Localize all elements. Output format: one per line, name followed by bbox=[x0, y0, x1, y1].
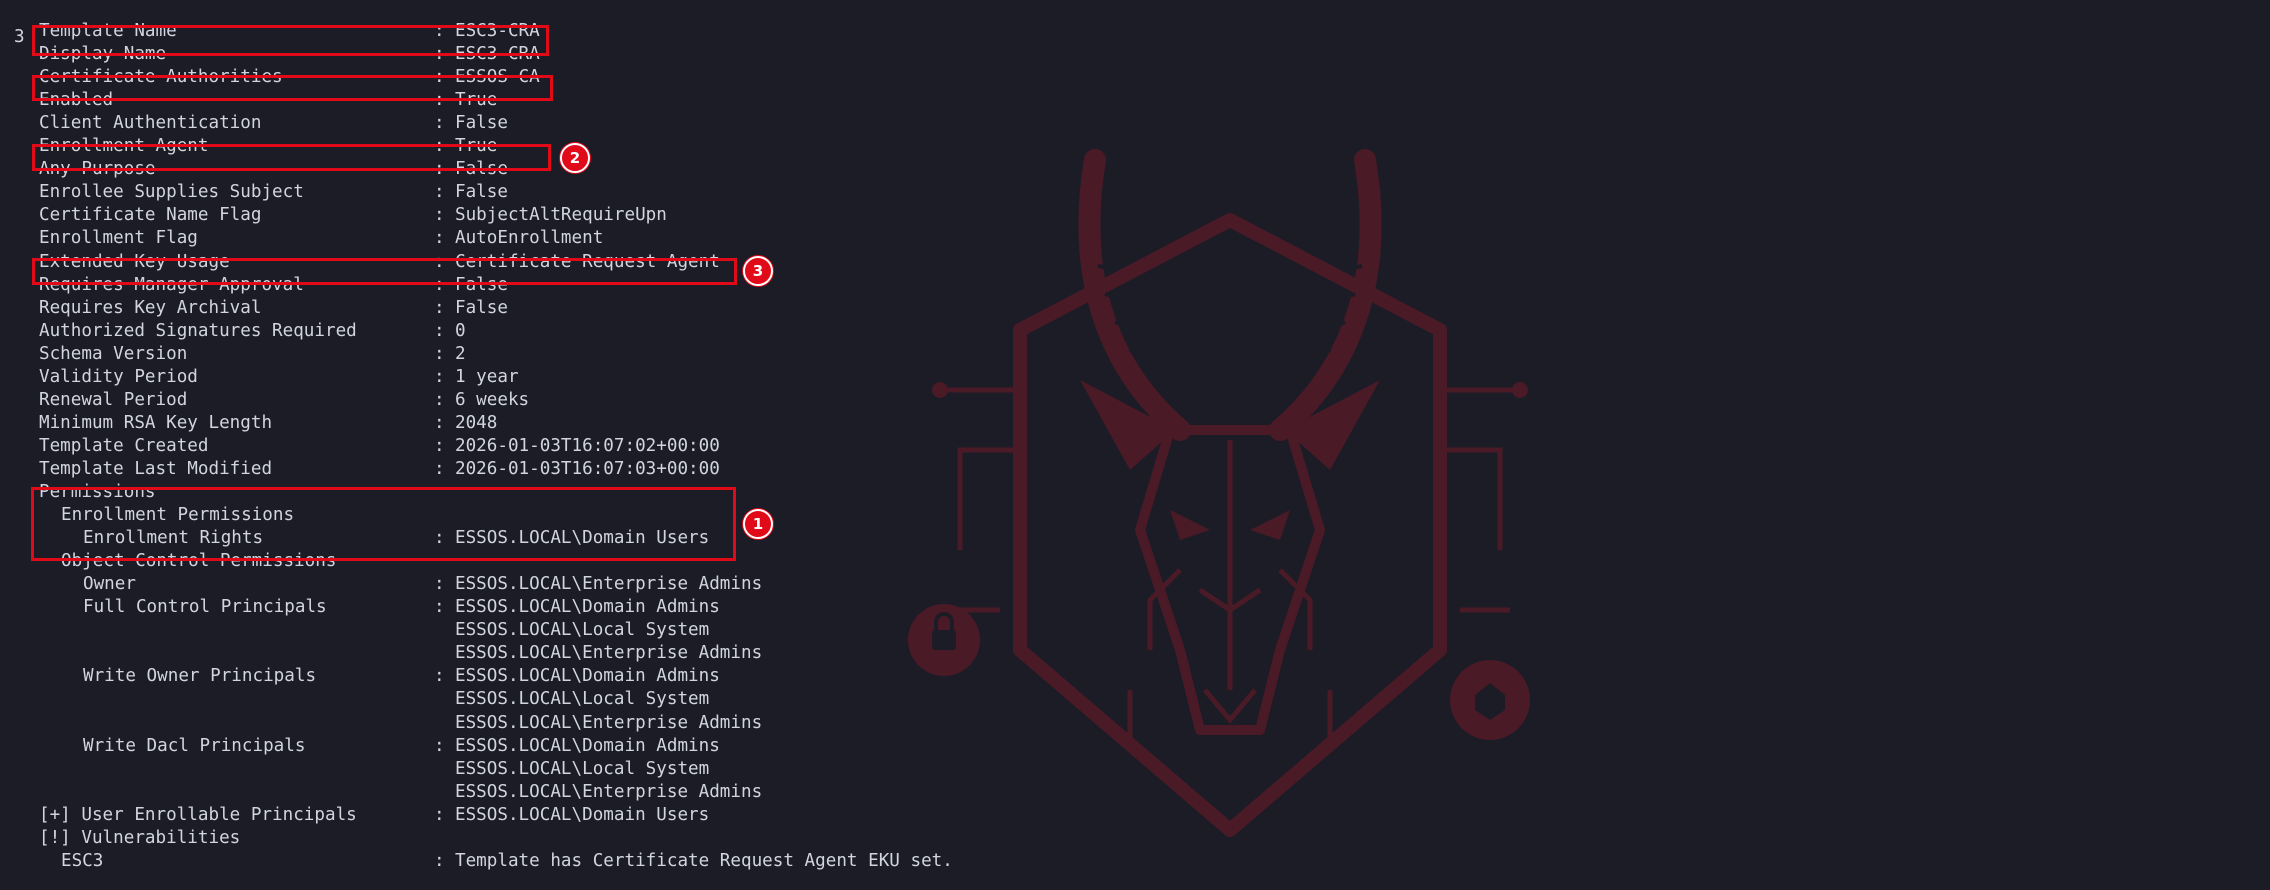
row-separator: : bbox=[434, 597, 445, 618]
row-label: [!] Vulnerabilities bbox=[39, 827, 241, 848]
row-separator: : bbox=[434, 343, 445, 364]
row-value: ESSOS.LOCAL\Domain Admins bbox=[455, 597, 720, 618]
row-label: Renewal Period bbox=[39, 389, 188, 410]
row-value: ESSOS.LOCAL\Local System bbox=[455, 758, 710, 779]
row-separator: : bbox=[434, 205, 445, 226]
row-separator: : bbox=[434, 850, 445, 871]
row-value: 2026-01-03T16:07:03+00:00 bbox=[455, 458, 720, 479]
row-value: ESSOS.LOCAL\Domain Admins bbox=[455, 735, 720, 756]
row-label: Enrollment Flag bbox=[39, 228, 198, 249]
badge-3: 3 bbox=[743, 256, 773, 286]
row-value: False bbox=[455, 182, 508, 203]
row-separator: : bbox=[434, 297, 445, 318]
row-label: Requires Key Archival bbox=[39, 297, 262, 318]
row-value: 1 year bbox=[455, 366, 519, 387]
prompt-line: 3 bbox=[0, 3, 42, 47]
row-label: Validity Period bbox=[39, 366, 198, 387]
row-label: Template Last Modified bbox=[39, 458, 273, 479]
row-label: Schema Version bbox=[39, 343, 188, 364]
row-label: Client Authentication bbox=[39, 113, 262, 134]
row-separator: : bbox=[434, 804, 445, 825]
badge-1: 1 bbox=[743, 509, 773, 539]
row-value: ESSOS.LOCAL\Domain Admins bbox=[455, 666, 720, 687]
row-label: [+] User Enrollable Principals bbox=[39, 804, 357, 825]
row-separator: : bbox=[434, 574, 445, 595]
row-separator: : bbox=[434, 435, 445, 456]
row-separator: : bbox=[434, 735, 445, 756]
row-label: Authorized Signatures Required bbox=[39, 320, 357, 341]
row-value: 2 bbox=[455, 343, 466, 364]
highlight-certificate-authorities bbox=[32, 75, 553, 101]
row-separator: : bbox=[434, 389, 445, 410]
row-separator: : bbox=[434, 228, 445, 249]
row-value: 6 weeks bbox=[455, 389, 530, 410]
highlight-permissions bbox=[31, 487, 736, 561]
row-value: False bbox=[455, 113, 508, 134]
terminal-output: 3 Template Name: ESC3-CRA Display Name: ESC… bbox=[0, 0, 2270, 886]
row-value: ESSOS.LOCAL\Enterprise Admins bbox=[455, 781, 763, 802]
row-value: 0 bbox=[455, 320, 466, 341]
row-value: ESSOS.LOCAL\Enterprise Admins bbox=[455, 712, 763, 733]
row-value: SubjectAltRequireUpn bbox=[455, 205, 667, 226]
row-value: ESSOS.LOCAL\Enterprise Admins bbox=[455, 643, 763, 664]
row-value: ESSOS.LOCAL\Enterprise Admins bbox=[455, 574, 763, 595]
prompt-text: 3 bbox=[14, 27, 25, 47]
row-separator: : bbox=[434, 366, 445, 387]
highlight-extended-key-usage bbox=[32, 258, 737, 285]
row-label: Minimum RSA Key Length bbox=[39, 412, 273, 433]
row-value: ESSOS.LOCAL\Local System bbox=[455, 689, 710, 710]
row-label: Template Created bbox=[39, 435, 209, 456]
row-value: 2048 bbox=[455, 412, 498, 433]
highlight-template-name bbox=[32, 25, 549, 56]
row-separator: : bbox=[434, 458, 445, 479]
row-separator: : bbox=[434, 182, 445, 203]
row-separator: : bbox=[434, 113, 445, 134]
row-value: False bbox=[455, 297, 508, 318]
row-separator: : bbox=[434, 320, 445, 341]
row-value: ESSOS.LOCAL\Local System bbox=[455, 620, 710, 641]
row-label: Certificate Name Flag bbox=[39, 205, 262, 226]
row-label: ESC3 bbox=[61, 850, 104, 871]
row-value: 2026-01-03T16:07:02+00:00 bbox=[455, 435, 720, 456]
row-label: Full Control Principals bbox=[83, 597, 327, 618]
row-value: ESSOS.LOCAL\Domain Users bbox=[455, 804, 710, 825]
badge-2: 2 bbox=[560, 143, 590, 173]
row-value: Template has Certificate Request Agent E… bbox=[455, 850, 953, 871]
row-label: Enrollee Supplies Subject bbox=[39, 182, 304, 203]
row-separator: : bbox=[434, 412, 445, 433]
row-label: Write Owner Principals bbox=[83, 666, 317, 687]
highlight-enrollment-agent bbox=[32, 144, 551, 171]
row-separator: : bbox=[434, 666, 445, 687]
row-value: AutoEnrollment bbox=[455, 228, 604, 249]
row-label: Owner bbox=[83, 574, 136, 595]
row-label: Write Dacl Principals bbox=[83, 735, 306, 756]
